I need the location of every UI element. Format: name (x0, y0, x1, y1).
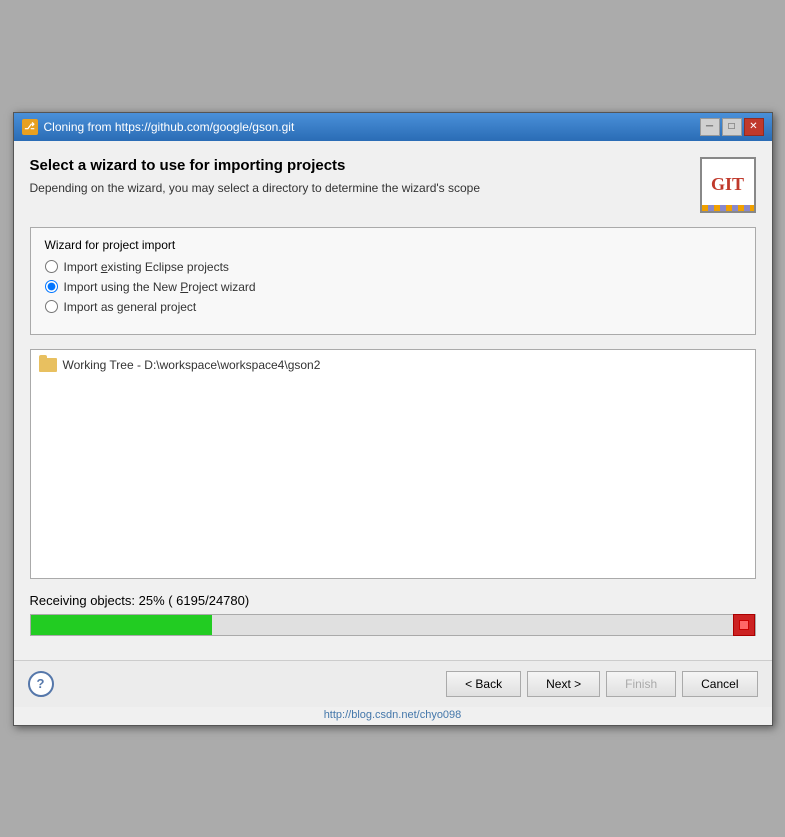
title-bar: ⎇ Cloning from https://github.com/google… (14, 113, 772, 141)
back-button[interactable]: < Back (446, 671, 521, 697)
radio-option-1[interactable]: Import existing Eclipse projects (45, 260, 741, 274)
footer-buttons: < Back Next > Finish Cancel (446, 671, 757, 697)
close-button[interactable]: ✕ (744, 118, 764, 136)
minimize-button[interactable]: ─ (700, 118, 720, 136)
title-bar-left: ⎇ Cloning from https://github.com/google… (22, 119, 295, 135)
git-logo-stripe (702, 205, 754, 211)
tree-box: Working Tree - D:\workspace\workspace4\g… (30, 349, 756, 579)
watermark: http://blog.csdn.net/chyo098 (14, 707, 772, 725)
radio-label-import-new-project: Import using the New Project wizard (64, 280, 256, 294)
tree-item[interactable]: Working Tree - D:\workspace\workspace4\g… (39, 358, 747, 372)
status-label: Receiving objects: 25% ( 6195/24780) (30, 593, 250, 608)
git-logo: GIT (700, 157, 756, 213)
help-button[interactable]: ? (28, 671, 54, 697)
status-section: Receiving objects: 25% ( 6195/24780) (30, 593, 756, 636)
stop-icon (739, 620, 749, 630)
git-logo-text: GIT (711, 174, 744, 195)
next-button[interactable]: Next > (527, 671, 600, 697)
progress-bar (31, 615, 212, 635)
radio-label-import-general: Import as general project (64, 300, 197, 314)
radio-import-general[interactable] (45, 300, 58, 313)
dialog-footer: ? < Back Next > Finish Cancel (14, 660, 772, 707)
radio-label-import-existing: Import existing Eclipse projects (64, 260, 229, 274)
header-text: Select a wizard to use for importing pro… (30, 157, 481, 197)
header-section: Select a wizard to use for importing pro… (30, 157, 756, 213)
radio-import-new-project[interactable] (45, 280, 58, 293)
tree-item-label: Working Tree - D:\workspace\workspace4\g… (63, 358, 321, 372)
radio-import-existing[interactable] (45, 260, 58, 273)
progress-stop-button[interactable] (733, 614, 755, 636)
wizard-group-box: Wizard for project import Import existin… (30, 227, 756, 335)
title-buttons: ─ □ ✕ (700, 118, 764, 136)
cancel-button[interactable]: Cancel (682, 671, 757, 697)
radio-option-3[interactable]: Import as general project (45, 300, 741, 314)
status-line: Receiving objects: 25% ( 6195/24780) (30, 593, 756, 608)
group-title: Wizard for project import (45, 238, 741, 252)
page-title: Select a wizard to use for importing pro… (30, 157, 481, 174)
folder-icon (39, 358, 57, 372)
window-icon: ⎇ (22, 119, 38, 135)
window-title: Cloning from https://github.com/google/g… (44, 120, 295, 134)
dialog-content: Select a wizard to use for importing pro… (14, 141, 772, 660)
finish-button[interactable]: Finish (606, 671, 676, 697)
page-description: Depending on the wizard, you may select … (30, 180, 481, 197)
radio-option-2[interactable]: Import using the New Project wizard (45, 280, 741, 294)
dialog-window: ⎇ Cloning from https://github.com/google… (13, 112, 773, 726)
maximize-button[interactable]: □ (722, 118, 742, 136)
progress-container (30, 614, 756, 636)
